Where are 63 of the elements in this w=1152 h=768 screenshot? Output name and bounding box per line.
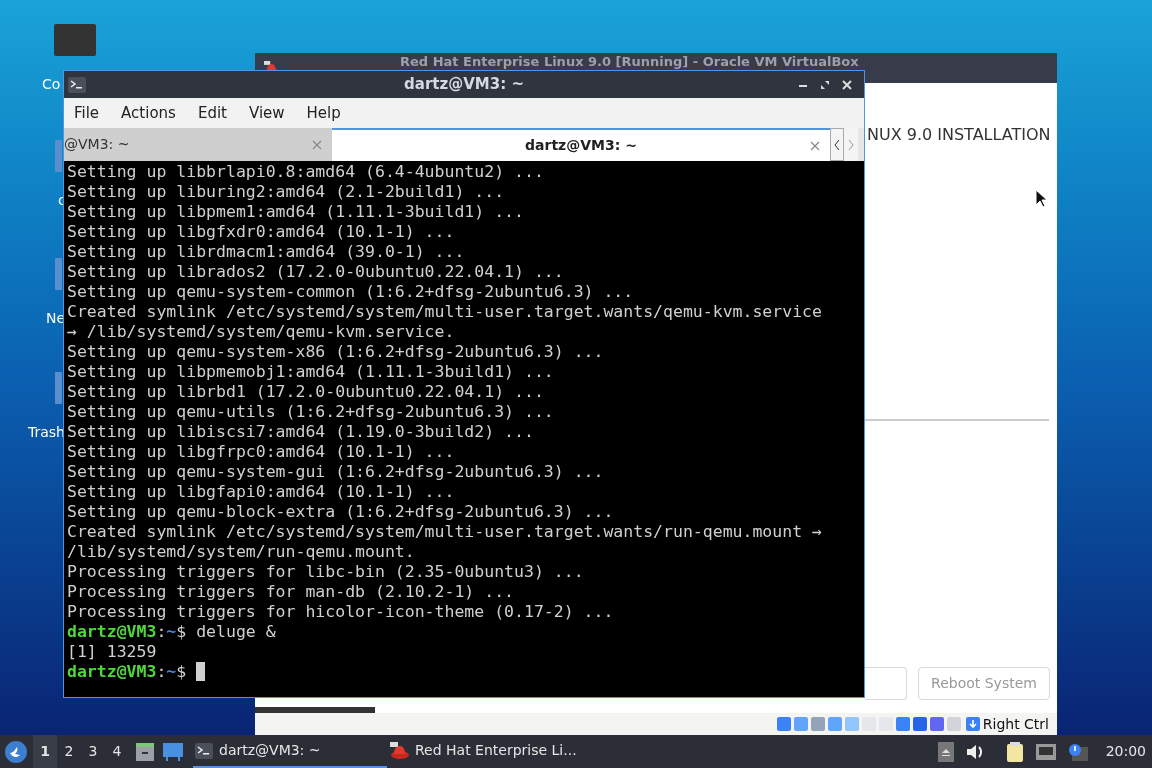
hat-icon [389,741,409,760]
prompt-line: dartz@VM3:~$ deluge & [67,622,277,642]
tab-label: dartz@VM3: ~ [525,136,637,155]
output-line: /lib/systemd/system/run-qemu.mount. [67,542,416,562]
workspace-button[interactable]: 1 [33,735,57,768]
output-line: Setting up qemu-system-common (1:6.2+dfsg-2ubuntu6.3) ... [67,282,635,302]
eject-icon[interactable] [937,741,954,762]
output-line: Setting up libgfrpc0:amd64 (10.1-1) ... [67,442,456,462]
output-line: Setting up qemu-block-extra (1:6.2+dfsg-2ubuntu6.3) ... [67,502,615,522]
output-line: Setting up libbrlapi0.8:amd64 (6.4-4ubuntu2) ... [67,162,545,182]
maximize-icon[interactable] [820,79,830,90]
output-line: Setting up qemu-system-x86 (1:6.2+dfsg-2ubuntu6.3) ... [67,342,605,362]
task-button[interactable]: Red Hat Enterprise Li... [387,735,581,768]
workspace-button[interactable]: 2 [57,735,81,768]
output-line: Setting up qemu-system-gui (1:6.2+dfsg-2ubuntu6.3) ... [67,462,605,482]
output-line: Processing triggers for man-db (2.10.2-1) ... [67,582,516,602]
output-line: Setting up liburing2:amd64 (2.1-2build1) ... [67,182,506,202]
output-line: [1] 13259 [67,642,158,662]
output-line: Setting up libpmemobj1:amd64 (1.11.1-3build1) ... [67,362,555,382]
start-menu-icon[interactable] [5,740,27,763]
tab[interactable]: dartz@VM3: ~ [332,128,830,161]
network-icon[interactable] [1035,743,1056,760]
tab[interactable]: @VM3: ~ [64,128,332,161]
output-line: → /lib/systemd/system/qemu-kvm.service. [67,322,456,342]
tab-label: @VM3: ~ [64,135,130,154]
output-line: Setting up libgfapi0:amd64 (10.1-1) ... [67,482,456,502]
desktop-icon[interactable] [163,742,183,761]
menu-item[interactable]: View [248,101,285,125]
output-line: Setting up librbd1 (17.2.0-0ubuntu0.22.04.1) ... [67,382,545,402]
workspace-button[interactable]: 4 [105,735,129,768]
output-line: Created symlink /etc/systemd/system/multi-user.target.wants/qemu-kvm.service [67,302,823,322]
terminal-icon [68,76,86,93]
window-title: Red Hat Enterprise Linux 9.0 [Running] - Oracle VM VirtualBox [400,55,859,69]
output-line: Setting up qemu-utils (1:6.2+dfsg-2ubuntu6.3) ... [67,402,555,422]
output-line: Setting up libpmem1:amd64 (1.11.1-3build1) ... [67,202,525,222]
output-line: Setting up librados2 (17.2.0-0ubuntu0.22.04.1) ... [67,262,565,282]
volume-icon[interactable] [965,743,984,760]
menu-item[interactable]: Actions [121,101,176,125]
chevron-left-icon [834,138,840,151]
mouse-pointer-icon [1035,189,1047,208]
output-line: Setting up libgfxdr0:amd64 (10.1-1) ... [67,222,456,242]
window-title: dartz@VM3: ~ [404,74,524,96]
output-line: Setting up librdmacm1:amd64 (39.0-1) ... [67,242,466,262]
download-icon [965,717,980,731]
clipboard-icon[interactable] [1005,741,1024,762]
host-key-label: Right Ctrl [982,714,1049,734]
output-line: Created symlink /etc/systemd/system/multi-user.target.wants/run-qemu.mount → [67,522,823,542]
terminal-icon [195,742,213,759]
output-line: Processing triggers for libc-bin (2.35-0ubuntu3) ... [67,562,585,582]
notification-icon[interactable] [1067,742,1088,761]
menu-item[interactable]: Help [306,101,341,125]
prompt-line: dartz@VM3:~$ [67,662,864,682]
tab-scroll-left[interactable] [830,128,844,161]
output-line: Setting up libiscsi7:amd64 (1.19.0-3build2) ... [67,422,535,442]
task-button[interactable]: dartz@VM3: ~ [193,735,387,768]
installer-heading: NUX 9.0 INSTALLATION [867,124,1051,146]
output-line: Processing triggers for hicolor-icon-theme (0.17-2) ... [67,602,615,622]
clock: 20:00 [1105,742,1146,761]
file-cabinet-icon[interactable] [135,741,155,762]
menu-item[interactable]: Edit [197,101,227,125]
chevron-right-icon [848,138,854,151]
workspace-button[interactable]: 3 [81,735,105,768]
menu-item[interactable]: File [74,101,100,125]
